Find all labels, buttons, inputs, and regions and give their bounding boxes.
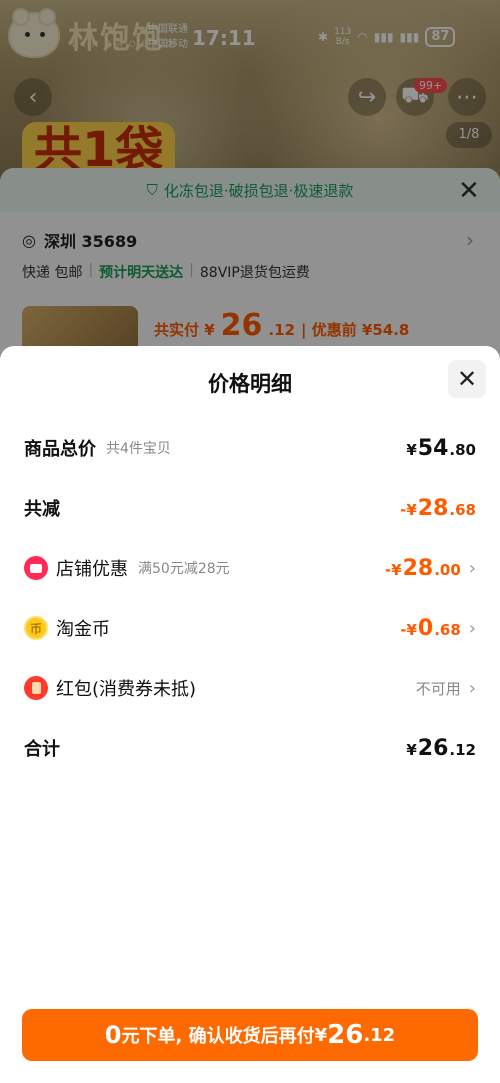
chevron-right-icon: › [468,677,476,699]
grand-total-amount: ¥26.12 [406,735,476,761]
row-grand-total: 合计 ¥26.12 [24,735,476,761]
sheet-close-button[interactable]: ✕ [448,360,486,398]
place-order-button[interactable]: 0 元下单, 确认收货后再付 ¥ 26.12 [22,1009,478,1061]
close-icon: ✕ [456,365,478,393]
row-total-reduction: 共减 -¥ 28.68 [24,495,476,521]
row-red-packet[interactable]: 红包(消费券未抵) 不可用 › [24,670,476,706]
coin-discount-amount: -¥ 0.68 [400,615,461,641]
total-price-amount: ¥54.80 [406,435,476,461]
row-shop-discount[interactable]: 店铺优惠 满50元减28元 -¥ 28.00 › [24,550,476,586]
price-detail-sheet: 价格明细 ✕ 商品总价 共4件宝贝 ¥54.80 共减 -¥ 28.68 店铺优惠… [0,346,500,1083]
red-packet-status: 不可用 [415,679,461,698]
chevron-right-icon: › [468,617,476,639]
coin-icon: 币 [24,616,48,640]
total-reduction-amount: -¥ 28.68 [400,495,476,521]
chevron-right-icon: › [468,557,476,579]
shop-icon [24,556,48,580]
red-packet-icon [24,676,48,700]
sheet-title: 价格明细 [208,372,292,396]
row-taobao-coins[interactable]: 币 淘金币 -¥ 0.68 › [24,610,476,646]
shop-discount-amount: -¥ 28.00 [384,555,461,581]
row-total-price: 商品总价 共4件宝贝 ¥54.80 [24,435,476,461]
